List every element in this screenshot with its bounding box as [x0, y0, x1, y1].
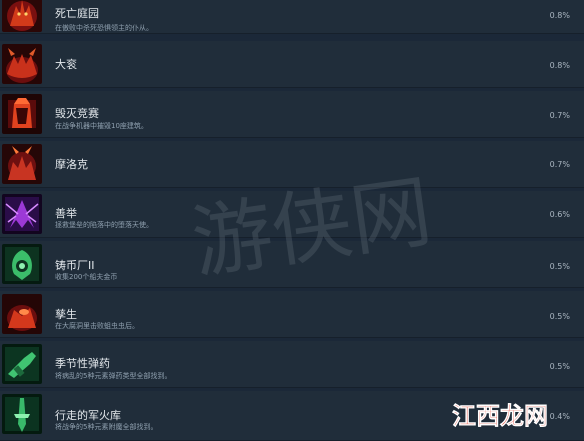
achievement-title: 善举	[55, 207, 77, 220]
dagon-demon-icon	[2, 44, 42, 84]
achievement-percentage: 0.7%	[549, 160, 570, 169]
achievement-title: 大衮	[55, 58, 77, 71]
achievement-row[interactable]: 铸币厂II 收集200个船夫金币 0.5%	[0, 241, 584, 288]
achievement-row[interactable]: 季节性弹药 将病乱的5种元素弹药类型全部找到。 0.5%	[0, 341, 584, 388]
achievement-description: 拯救堡垒的陷落中的堕落天使。	[55, 221, 153, 229]
corner-logo: 江西龙网	[446, 392, 584, 435]
demon-lord-icon	[2, 0, 42, 32]
achievement-description: 在傲败中杀死恐惧领主的仆从。	[55, 24, 153, 32]
achievement-title: 铸币厂II	[55, 259, 95, 272]
maggot-queen-icon	[2, 294, 42, 334]
achievement-title: 行走的军火库	[55, 409, 121, 422]
achievement-percentage: 0.7%	[549, 111, 570, 120]
mint-coin-icon	[2, 244, 42, 284]
achievement-title: 季节性弹药	[55, 357, 110, 370]
achievement-title: 毁灭竞赛	[55, 107, 99, 120]
war-machine-icon	[2, 94, 42, 134]
achievement-description: 将战争的5种元素附魔全部找到。	[55, 423, 158, 431]
achievement-percentage: 0.5%	[549, 262, 570, 271]
achievement-title: 死亡庭园	[55, 7, 99, 20]
achievement-description: 收集200个船夫金币	[55, 273, 118, 281]
corner-logo-text: 江西龙网	[452, 402, 548, 430]
achievement-title: 摩洛克	[55, 158, 88, 171]
fallen-angel-icon	[2, 194, 42, 234]
achievement-row[interactable]: 死亡庭园 在傲败中杀死恐惧领主的仆从。 0.8%	[0, 0, 584, 34]
achievement-description: 在战争机器中摧毁10座建筑。	[55, 122, 148, 130]
achievement-percentage: 0.8%	[549, 61, 570, 70]
achievement-percentage: 0.5%	[549, 312, 570, 321]
ammo-gun-icon	[2, 344, 42, 384]
achievement-description: 将病乱的5种元素弹药类型全部找到。	[55, 372, 172, 380]
moloch-icon	[2, 144, 42, 184]
achievement-percentage: 0.6%	[549, 210, 570, 219]
achievement-row[interactable]: 大衮 0.8%	[0, 41, 584, 88]
achievement-row[interactable]: 孳生 在大腐洞里击败蛆虫虫后。 0.5%	[0, 291, 584, 338]
arsenal-weapon-icon	[2, 394, 42, 434]
achievement-description: 在大腐洞里击败蛆虫虫后。	[55, 322, 139, 330]
achievement-percentage: 0.5%	[549, 362, 570, 371]
achievement-percentage: 0.8%	[549, 11, 570, 20]
achievement-title: 孳生	[55, 308, 77, 321]
achievement-row[interactable]: 善举 拯救堡垒的陷落中的堕落天使。 0.6%	[0, 191, 584, 238]
achievement-row[interactable]: 毁灭竞赛 在战争机器中摧毁10座建筑。 0.7%	[0, 91, 584, 138]
achievement-row[interactable]: 摩洛克 0.7%	[0, 141, 584, 188]
